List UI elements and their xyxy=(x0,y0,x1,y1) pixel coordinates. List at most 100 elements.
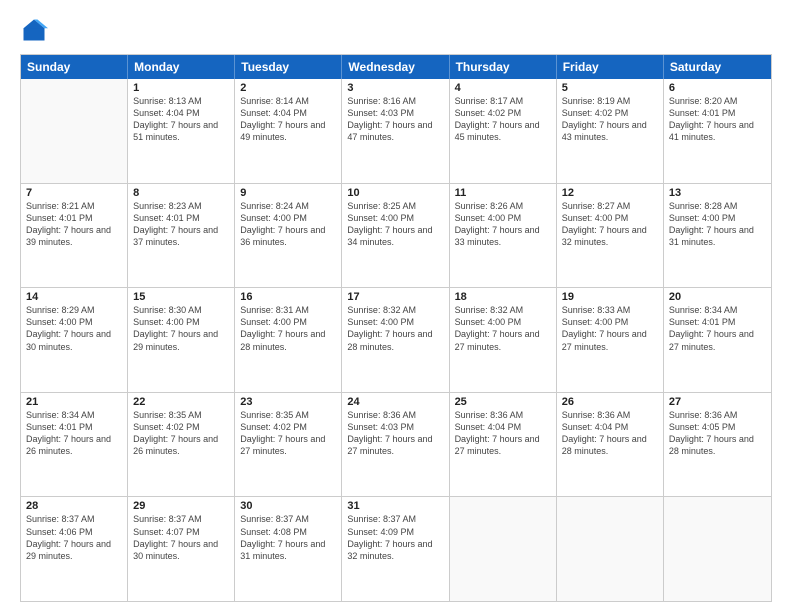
cell-info-line: Daylight: 7 hours and 49 minutes. xyxy=(240,119,336,143)
cell-info-line: Daylight: 7 hours and 27 minutes. xyxy=(562,328,658,352)
cell-info-line: Sunset: 4:00 PM xyxy=(455,316,551,328)
calendar-cell-2-4: 18Sunrise: 8:32 AMSunset: 4:00 PMDayligh… xyxy=(450,288,557,392)
logo xyxy=(20,16,52,44)
calendar-cell-4-4 xyxy=(450,497,557,601)
cell-info-line: Daylight: 7 hours and 31 minutes. xyxy=(240,538,336,562)
day-number: 24 xyxy=(347,396,443,408)
cell-info-line: Sunrise: 8:33 AM xyxy=(562,304,658,316)
cell-info-line: Sunset: 4:09 PM xyxy=(347,526,443,538)
cell-info-line: Daylight: 7 hours and 43 minutes. xyxy=(562,119,658,143)
calendar-cell-3-5: 26Sunrise: 8:36 AMSunset: 4:04 PMDayligh… xyxy=(557,393,664,497)
cell-info-line: Sunset: 4:00 PM xyxy=(240,212,336,224)
cell-info-line: Sunset: 4:00 PM xyxy=(133,316,229,328)
cell-info-line: Sunset: 4:00 PM xyxy=(455,212,551,224)
calendar-cell-4-0: 28Sunrise: 8:37 AMSunset: 4:06 PMDayligh… xyxy=(21,497,128,601)
day-header-sunday: Sunday xyxy=(21,55,128,79)
calendar-cell-2-0: 14Sunrise: 8:29 AMSunset: 4:00 PMDayligh… xyxy=(21,288,128,392)
cell-info-line: Daylight: 7 hours and 27 minutes. xyxy=(455,328,551,352)
cell-info-line: Sunset: 4:03 PM xyxy=(347,107,443,119)
cell-info-line: Daylight: 7 hours and 34 minutes. xyxy=(347,224,443,248)
cell-info-line: Sunset: 4:00 PM xyxy=(240,316,336,328)
cell-info-line: Daylight: 7 hours and 41 minutes. xyxy=(669,119,766,143)
calendar-cell-3-1: 22Sunrise: 8:35 AMSunset: 4:02 PMDayligh… xyxy=(128,393,235,497)
day-number: 19 xyxy=(562,291,658,303)
calendar-cell-4-2: 30Sunrise: 8:37 AMSunset: 4:08 PMDayligh… xyxy=(235,497,342,601)
cell-info-line: Sunrise: 8:21 AM xyxy=(26,200,122,212)
cell-info-line: Daylight: 7 hours and 27 minutes. xyxy=(455,433,551,457)
day-number: 23 xyxy=(240,396,336,408)
cell-info-line: Sunrise: 8:35 AM xyxy=(240,409,336,421)
cell-info-line: Daylight: 7 hours and 30 minutes. xyxy=(26,328,122,352)
day-number: 9 xyxy=(240,187,336,199)
cell-info-line: Daylight: 7 hours and 29 minutes. xyxy=(26,538,122,562)
cell-info-line: Sunset: 4:01 PM xyxy=(669,316,766,328)
cell-info-line: Sunrise: 8:36 AM xyxy=(455,409,551,421)
cell-info-line: Sunrise: 8:36 AM xyxy=(347,409,443,421)
day-header-friday: Friday xyxy=(557,55,664,79)
day-number: 16 xyxy=(240,291,336,303)
cell-info-line: Sunset: 4:02 PM xyxy=(240,421,336,433)
calendar-row-4: 28Sunrise: 8:37 AMSunset: 4:06 PMDayligh… xyxy=(21,497,771,601)
cell-info-line: Sunset: 4:05 PM xyxy=(669,421,766,433)
cell-info-line: Sunrise: 8:26 AM xyxy=(455,200,551,212)
calendar-body: 1Sunrise: 8:13 AMSunset: 4:04 PMDaylight… xyxy=(21,79,771,601)
cell-info-line: Sunrise: 8:37 AM xyxy=(347,513,443,525)
cell-info-line: Sunset: 4:00 PM xyxy=(562,212,658,224)
cell-info-line: Daylight: 7 hours and 31 minutes. xyxy=(669,224,766,248)
day-number: 22 xyxy=(133,396,229,408)
cell-info-line: Sunrise: 8:34 AM xyxy=(26,409,122,421)
calendar-cell-3-4: 25Sunrise: 8:36 AMSunset: 4:04 PMDayligh… xyxy=(450,393,557,497)
cell-info-line: Sunrise: 8:31 AM xyxy=(240,304,336,316)
calendar-cell-2-1: 15Sunrise: 8:30 AMSunset: 4:00 PMDayligh… xyxy=(128,288,235,392)
cell-info-line: Sunset: 4:01 PM xyxy=(26,421,122,433)
day-number: 13 xyxy=(669,187,766,199)
cell-info-line: Daylight: 7 hours and 51 minutes. xyxy=(133,119,229,143)
cell-info-line: Sunrise: 8:24 AM xyxy=(240,200,336,212)
cell-info-line: Sunrise: 8:23 AM xyxy=(133,200,229,212)
cell-info-line: Sunrise: 8:37 AM xyxy=(26,513,122,525)
cell-info-line: Sunset: 4:02 PM xyxy=(562,107,658,119)
calendar-cell-0-5: 5Sunrise: 8:19 AMSunset: 4:02 PMDaylight… xyxy=(557,79,664,183)
cell-info-line: Daylight: 7 hours and 30 minutes. xyxy=(133,538,229,562)
cell-info-line: Sunset: 4:00 PM xyxy=(347,316,443,328)
day-header-monday: Monday xyxy=(128,55,235,79)
day-number: 21 xyxy=(26,396,122,408)
cell-info-line: Daylight: 7 hours and 27 minutes. xyxy=(240,433,336,457)
cell-info-line: Daylight: 7 hours and 45 minutes. xyxy=(455,119,551,143)
cell-info-line: Sunset: 4:03 PM xyxy=(347,421,443,433)
day-number: 27 xyxy=(669,396,766,408)
calendar-cell-2-6: 20Sunrise: 8:34 AMSunset: 4:01 PMDayligh… xyxy=(664,288,771,392)
day-number: 18 xyxy=(455,291,551,303)
cell-info-line: Sunset: 4:00 PM xyxy=(669,212,766,224)
calendar-cell-0-1: 1Sunrise: 8:13 AMSunset: 4:04 PMDaylight… xyxy=(128,79,235,183)
cell-info-line: Sunrise: 8:27 AM xyxy=(562,200,658,212)
cell-info-line: Daylight: 7 hours and 26 minutes. xyxy=(133,433,229,457)
day-number: 7 xyxy=(26,187,122,199)
calendar-cell-4-1: 29Sunrise: 8:37 AMSunset: 4:07 PMDayligh… xyxy=(128,497,235,601)
cell-info-line: Sunrise: 8:32 AM xyxy=(455,304,551,316)
cell-info-line: Daylight: 7 hours and 47 minutes. xyxy=(347,119,443,143)
cell-info-line: Sunset: 4:02 PM xyxy=(455,107,551,119)
cell-info-line: Sunset: 4:04 PM xyxy=(455,421,551,433)
day-number: 4 xyxy=(455,82,551,94)
calendar-cell-3-3: 24Sunrise: 8:36 AMSunset: 4:03 PMDayligh… xyxy=(342,393,449,497)
calendar-row-0: 1Sunrise: 8:13 AMSunset: 4:04 PMDaylight… xyxy=(21,79,771,184)
calendar-header: SundayMondayTuesdayWednesdayThursdayFrid… xyxy=(21,55,771,79)
cell-info-line: Sunrise: 8:36 AM xyxy=(562,409,658,421)
day-number: 20 xyxy=(669,291,766,303)
cell-info-line: Sunrise: 8:17 AM xyxy=(455,95,551,107)
calendar-container: SundayMondayTuesdayWednesdayThursdayFrid… xyxy=(0,0,792,612)
cell-info-line: Sunrise: 8:37 AM xyxy=(133,513,229,525)
calendar-row-2: 14Sunrise: 8:29 AMSunset: 4:00 PMDayligh… xyxy=(21,288,771,393)
calendar-cell-4-6 xyxy=(664,497,771,601)
cell-info-line: Sunrise: 8:19 AM xyxy=(562,95,658,107)
calendar-cell-1-4: 11Sunrise: 8:26 AMSunset: 4:00 PMDayligh… xyxy=(450,184,557,288)
cell-info-line: Sunset: 4:01 PM xyxy=(26,212,122,224)
cell-info-line: Sunrise: 8:32 AM xyxy=(347,304,443,316)
cell-info-line: Daylight: 7 hours and 28 minutes. xyxy=(562,433,658,457)
calendar-cell-1-6: 13Sunrise: 8:28 AMSunset: 4:00 PMDayligh… xyxy=(664,184,771,288)
calendar-cell-2-3: 17Sunrise: 8:32 AMSunset: 4:00 PMDayligh… xyxy=(342,288,449,392)
day-number: 15 xyxy=(133,291,229,303)
day-number: 8 xyxy=(133,187,229,199)
calendar-cell-2-2: 16Sunrise: 8:31 AMSunset: 4:00 PMDayligh… xyxy=(235,288,342,392)
